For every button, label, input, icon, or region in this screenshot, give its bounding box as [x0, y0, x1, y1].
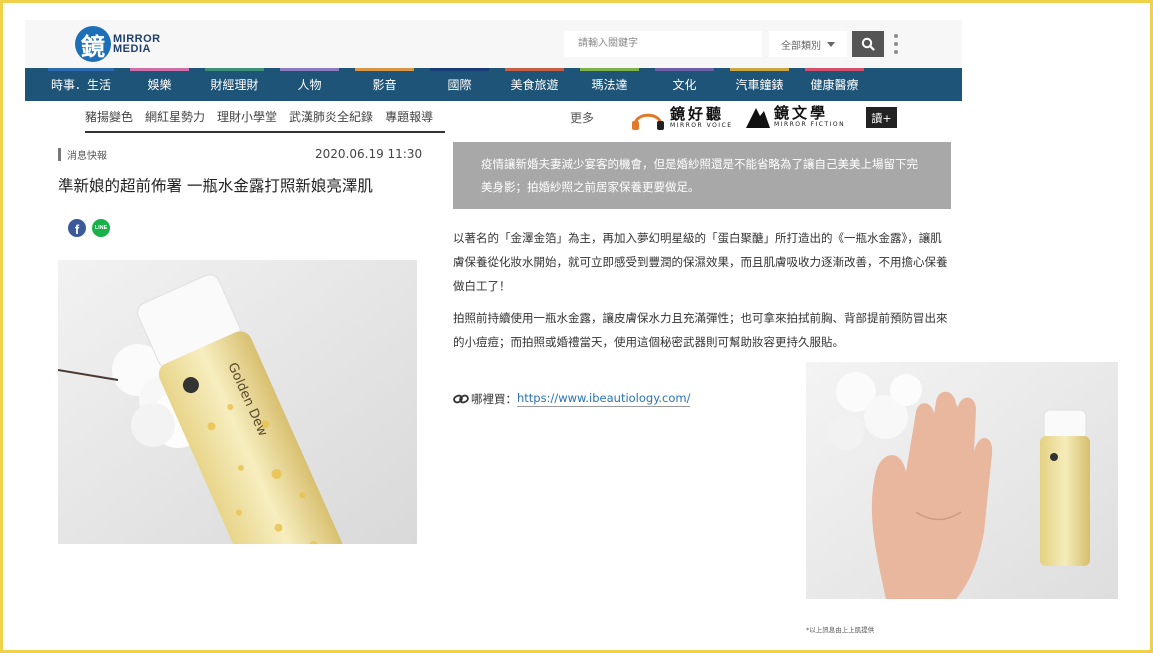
main-nav-item[interactable]: 汽車鐘錶: [722, 68, 797, 101]
main-nav-accent: [655, 68, 714, 71]
main-nav-accent: [205, 68, 264, 71]
article-date: 2020.06.19 11:30: [315, 147, 423, 161]
mirror-voice-sub: MIRROR VOICE: [670, 121, 733, 129]
main-nav-accent: [280, 68, 339, 71]
mirror-voice-link[interactable]: 鏡好聽 MIRROR VOICE: [630, 105, 733, 131]
search-icon: [861, 37, 875, 51]
main-nav-accent: [805, 68, 864, 71]
sub-nav-link[interactable]: 武漢肺炎全紀錄: [289, 108, 373, 125]
main-nav-item[interactable]: 時事．生活: [40, 68, 122, 101]
main-nav-accent: [730, 68, 789, 71]
mirror-fiction-name: 鏡文學: [774, 103, 829, 122]
logo-line-2: MEDIA: [113, 43, 151, 55]
category-dropdown-value: 全部類別: [781, 40, 821, 52]
main-nav-item[interactable]: 財經理財: [197, 68, 272, 101]
article-paragraph-1: 以著名的「金澤金箔」為主，再加入夢幻明星級的「蛋白聚醣」所打造出的《一瓶水金露》…: [453, 231, 948, 293]
main-nav-item[interactable]: 影音: [347, 68, 422, 101]
main-nav-label: 瑪法達: [591, 78, 628, 92]
site-logo[interactable]: 鏡 MIRROR MEDIA: [75, 26, 161, 62]
category-label: 消息快報: [67, 151, 107, 162]
link-icon: [453, 394, 469, 404]
headphones-icon: [632, 113, 664, 130]
main-nav-item[interactable]: 人物: [272, 68, 347, 101]
main-nav-item[interactable]: 健康醫療: [797, 68, 872, 101]
mirror-fiction-link[interactable]: 鏡文學 MIRROR FICTION: [745, 105, 845, 129]
main-nav-label: 美食旅遊: [510, 78, 559, 92]
more-menu-icon[interactable]: [893, 34, 899, 54]
product-photo-main: Golden Dew: [58, 260, 417, 544]
article-category[interactable]: 消息快報: [58, 147, 107, 162]
category-marker: [58, 148, 61, 161]
category-dropdown[interactable]: 全部類別: [769, 31, 847, 57]
mirror-fiction-sub: MIRROR FICTION: [774, 120, 846, 128]
mountain-icon: [746, 108, 770, 128]
article-headline: 準新娘的超前佈署 一瓶水金露打照新娘亮澤肌: [58, 177, 373, 195]
main-nav-label: 國際: [447, 78, 472, 92]
search-input[interactable]: 請輸入關鍵字: [564, 31, 762, 57]
logo-wordmark: MIRROR MEDIA: [113, 34, 161, 55]
main-nav-accent: [355, 68, 414, 71]
main-nav-item[interactable]: 瑪法達: [572, 68, 647, 101]
sub-nav-links: 豬揚變色 網紅星勢力 理財小學堂 武漢肺炎全紀錄 專題報導: [85, 101, 446, 133]
more-link[interactable]: 更多: [570, 109, 594, 126]
sub-nav-link[interactable]: 豬揚變色: [85, 108, 133, 125]
main-nav-label: 健康醫療: [810, 78, 859, 92]
image-caption: *以上訊息由上上肌提供: [806, 626, 875, 634]
main-nav-accent: [580, 68, 639, 71]
sub-nav: 豬揚變色 網紅星勢力 理財小學堂 武漢肺炎全紀錄 專題報導 更多 鏡好聽 MIRROR …: [25, 101, 962, 133]
sub-nav-link[interactable]: 理財小學堂: [217, 108, 277, 125]
main-nav-item[interactable]: 國際: [422, 68, 497, 101]
main-nav-accent: [48, 68, 114, 71]
product-photo-hand: [806, 362, 1118, 599]
sub-nav-link[interactable]: 專題報導: [385, 108, 433, 125]
read-plus-icon[interactable]: 讀+: [866, 107, 897, 128]
sub-nav-link[interactable]: 網紅星勢力: [145, 108, 205, 125]
main-nav-accent: [505, 68, 564, 71]
main-nav-label: 文化: [672, 78, 697, 92]
logo-mark: 鏡: [75, 26, 111, 62]
main-nav-label: 影音: [372, 78, 397, 92]
search-button[interactable]: [852, 31, 884, 57]
top-bar: 鏡 MIRROR MEDIA 請輸入關鍵字 全部類別: [25, 20, 962, 69]
mirror-voice-name: 鏡好聽: [670, 104, 725, 123]
where-to-buy-label: 哪裡買：: [471, 392, 517, 406]
main-nav-label: 汽車鐘錶: [735, 78, 784, 92]
article-paragraph-2: 拍照前持續使用一瓶水金露，讓皮膚保水力且充滿彈性；也可拿來拍拭前胸、背部提前預防…: [453, 311, 948, 349]
main-nav-item[interactable]: 娛樂: [122, 68, 197, 101]
chevron-down-icon: [827, 41, 835, 47]
buy-link[interactable]: https://www.ibeautiology.com/: [517, 391, 691, 407]
main-nav-accent: [430, 68, 489, 71]
main-nav-label: 財經理財: [210, 78, 259, 92]
main-nav-item[interactable]: 文化: [647, 68, 722, 101]
main-nav-accent: [130, 68, 189, 71]
article-pull-quote: 疫情讓新婚夫妻減少宴客的機會，但是婚紗照還是不能省略為了讓自己美美上場留下完美身…: [453, 142, 951, 209]
main-nav-label: 時事．生活: [50, 78, 111, 92]
main-nav-label: 人物: [297, 78, 322, 92]
facebook-share-icon[interactable]: f: [68, 219, 86, 237]
where-to-buy: 哪裡買： https://www.ibeautiology.com/: [453, 391, 691, 407]
main-nav-item[interactable]: 美食旅遊: [497, 68, 572, 101]
main-nav-label: 娛樂: [147, 78, 172, 92]
line-share-icon[interactable]: LINE: [92, 219, 110, 237]
main-nav: 時事．生活 娛樂 財經理財 人物 影音 國際 美食旅遊 瑪法達 文化 汽車鐘錶 健康醫療: [25, 68, 962, 101]
